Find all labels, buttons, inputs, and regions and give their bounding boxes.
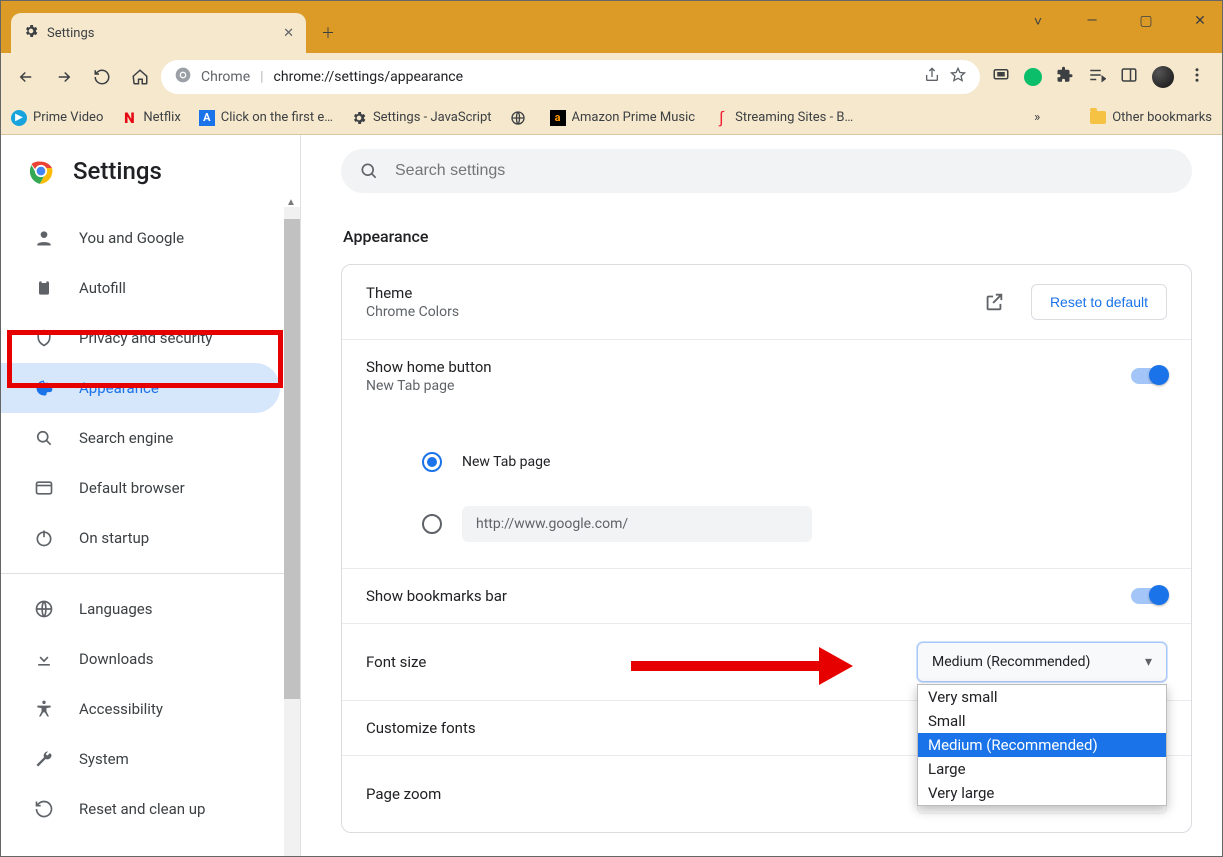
tab-title: Settings [47, 26, 275, 41]
sidebar-item-privacy[interactable]: Privacy and security [1, 313, 280, 363]
sidebar-item-downloads[interactable]: Downloads [1, 634, 280, 684]
sidebar-item-appearance[interactable]: Appearance [1, 363, 280, 413]
open-external-icon[interactable] [975, 283, 1013, 321]
font-size-select[interactable]: Medium (Recommended) ▾ [917, 642, 1167, 682]
search-input[interactable] [393, 161, 1174, 181]
shield-icon [33, 328, 55, 348]
sidebar-item-reset[interactable]: Reset and clean up [1, 784, 280, 834]
folder-icon [1090, 111, 1106, 124]
sidebar-item-default-browser[interactable]: Default browser [1, 463, 280, 513]
sidepanel-icon[interactable] [1120, 66, 1138, 88]
menu-icon[interactable] [1188, 66, 1206, 88]
globe-icon [33, 599, 55, 619]
sidebar-item-system[interactable]: System [1, 734, 280, 784]
window-controls: ˅ ― ▢ ✕ [1022, 1, 1216, 41]
font-size-row: Font size Medium (Recommended) ▾ Very sm… [342, 623, 1191, 700]
browser-icon [33, 478, 55, 498]
font-option[interactable]: Large [918, 757, 1166, 781]
star-icon[interactable] [950, 67, 966, 87]
caret-down-icon: ▾ [1145, 654, 1152, 670]
tab-strip: Settings ✕ ＋ ˅ ― ▢ ✕ [1, 1, 1222, 53]
new-tab-button[interactable]: ＋ [312, 17, 344, 49]
gear-icon [351, 110, 367, 126]
omnibox-separator: | [260, 69, 263, 85]
bookmarks-overflow[interactable]: » [1034, 110, 1040, 125]
cast-icon[interactable] [992, 66, 1010, 88]
show-bookmarks-row: Show bookmarks bar [342, 568, 1191, 623]
bookmark-settings-js[interactable]: Settings - JavaScript [351, 110, 492, 126]
omnibox-chip: Chrome [201, 69, 250, 85]
chrome-favicon [175, 67, 191, 87]
browser-tab[interactable]: Settings ✕ [11, 13, 306, 53]
home-option-newtab[interactable]: New Tab page [366, 444, 1167, 480]
search-settings[interactable] [341, 149, 1192, 193]
sidebar-item-on-startup[interactable]: On startup [1, 513, 280, 563]
home-button[interactable] [123, 60, 157, 94]
palette-icon [33, 378, 55, 398]
font-option[interactable]: Medium (Recommended) [918, 733, 1166, 757]
sidebar-scrollbar[interactable]: ▲ [284, 207, 300, 856]
globe-icon [510, 110, 526, 126]
other-bookmarks[interactable]: Other bookmarks [1090, 110, 1212, 125]
toolbar-icons [984, 66, 1214, 88]
back-button[interactable] [9, 60, 43, 94]
bookmark-netflix[interactable]: NNetflix [121, 110, 180, 126]
settings-title: Settings [73, 157, 162, 185]
font-option[interactable]: Small [918, 709, 1166, 733]
bookmark-amazon-music[interactable]: aAmazon Prime Music [550, 110, 696, 126]
section-title: Appearance [343, 227, 1192, 246]
omnibox[interactable]: Chrome | chrome://settings/appearance [161, 60, 980, 94]
home-url-input[interactable]: http://www.google.com/ [462, 506, 812, 542]
extensions-icon[interactable] [1056, 66, 1074, 88]
font-option[interactable]: Very large [918, 781, 1166, 805]
wrench-icon [33, 749, 55, 769]
minimize-icon[interactable]: ― [1076, 13, 1108, 29]
home-button-row: Show home button New Tab page New Tab pa… [342, 339, 1191, 568]
omnibox-url: chrome://settings/appearance [274, 69, 464, 85]
settings-main: Appearance Theme Chrome Colors Reset to … [301, 135, 1222, 856]
home-option-url[interactable]: http://www.google.com/ [366, 498, 1167, 550]
bookmarks-bar-toggle[interactable] [1131, 588, 1167, 604]
sidebar-item-search-engine[interactable]: Search engine [1, 413, 280, 463]
settings-sidebar: Settings You and Google Autofill Privacy… [1, 135, 301, 856]
sidebar-item-autofill[interactable]: Autofill [1, 263, 280, 313]
toolbar: Chrome | chrome://settings/appearance [1, 53, 1222, 101]
chrome-logo-icon [27, 157, 55, 185]
share-icon[interactable] [924, 67, 940, 87]
forward-button[interactable] [47, 60, 81, 94]
playlist-icon[interactable] [1088, 66, 1106, 88]
radio-unchecked-icon[interactable] [422, 514, 442, 534]
sidebar-item-accessibility[interactable]: Accessibility [1, 684, 280, 734]
bookmark-prime-video[interactable]: ▶Prime Video [11, 110, 103, 126]
close-window-icon[interactable]: ✕ [1184, 13, 1216, 29]
sidebar-item-you-and-google[interactable]: You and Google [1, 213, 280, 263]
accessibility-icon [33, 699, 55, 719]
clipboard-icon [33, 278, 55, 298]
reset-theme-button[interactable]: Reset to default [1031, 284, 1167, 320]
chevron-down-icon[interactable]: ˅ [1022, 13, 1054, 30]
grammarly-icon[interactable] [1024, 68, 1042, 86]
maximize-icon[interactable]: ▢ [1130, 13, 1162, 29]
bookmark-streaming[interactable]: ∫Streaming Sites - B… [713, 110, 853, 126]
search-icon [33, 428, 55, 448]
profile-avatar[interactable] [1152, 66, 1174, 88]
gear-icon [23, 23, 39, 43]
font-size-options: Very small Small Medium (Recommended) La… [917, 684, 1167, 806]
power-icon [33, 528, 55, 548]
bookmark-globe[interactable] [510, 110, 532, 126]
bookmarks-bar: ▶Prime Video NNetflix AClick on the firs… [1, 101, 1222, 135]
search-icon [359, 161, 379, 181]
home-button-toggle[interactable] [1131, 368, 1167, 384]
reload-button[interactable] [85, 60, 119, 94]
appearance-card: Theme Chrome Colors Reset to default Sho… [341, 264, 1192, 833]
restore-icon [33, 799, 55, 819]
close-tab-icon[interactable]: ✕ [283, 26, 294, 41]
radio-checked-icon[interactable] [422, 452, 442, 472]
font-option[interactable]: Very small [918, 685, 1166, 709]
theme-row[interactable]: Theme Chrome Colors Reset to default [342, 265, 1191, 339]
download-icon [33, 649, 55, 669]
sidebar-item-languages[interactable]: Languages [1, 584, 280, 634]
person-icon [33, 228, 55, 248]
bookmark-click-first[interactable]: AClick on the first e… [199, 110, 333, 126]
